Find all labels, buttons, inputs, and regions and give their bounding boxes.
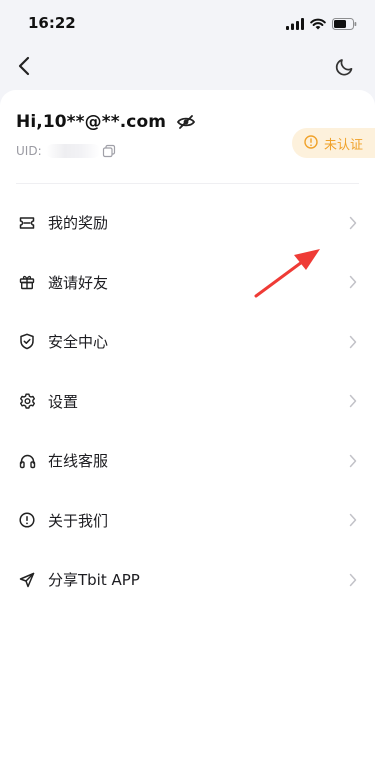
battery-icon — [332, 15, 357, 34]
menu-item-label: 邀请好友 — [48, 273, 109, 292]
gift-icon — [18, 273, 36, 291]
uid-label: UID: — [16, 144, 42, 158]
menu-item-label: 安全中心 — [48, 333, 109, 352]
signal-icon — [286, 15, 304, 34]
chevron-left-icon — [17, 56, 31, 80]
nav-bar — [0, 46, 375, 90]
shield-icon — [18, 333, 36, 351]
chevron-right-icon — [349, 275, 357, 289]
gear-icon — [18, 392, 36, 410]
chevron-right-icon — [349, 573, 357, 587]
chevron-right-icon — [349, 513, 357, 527]
copy-icon[interactable] — [102, 144, 116, 158]
info-icon — [18, 511, 36, 529]
dark-mode-toggle[interactable] — [331, 54, 359, 82]
menu-item-online-support[interactable]: 在线客服 — [0, 431, 375, 491]
menu-item-label: 在线客服 — [48, 452, 109, 471]
divider — [16, 183, 359, 184]
back-button[interactable] — [10, 54, 38, 82]
verification-status-badge[interactable]: 未认证 — [291, 128, 375, 158]
menu-item-label: 我的奖励 — [48, 214, 109, 233]
chevron-right-icon — [349, 335, 357, 349]
menu-item-label: 关于我们 — [48, 511, 109, 530]
annotation-arrow — [250, 242, 330, 306]
chevron-right-icon — [349, 394, 357, 408]
ticket-icon — [18, 214, 36, 232]
menu-item-security-center[interactable]: 安全中心 — [0, 312, 375, 372]
eye-off-icon[interactable] — [176, 114, 196, 130]
menu-item-about-us[interactable]: 关于我们 — [0, 491, 375, 551]
send-icon — [18, 571, 36, 589]
wifi-icon — [310, 15, 326, 34]
menu-item-label: 设置 — [48, 392, 79, 411]
chevron-right-icon — [349, 216, 357, 230]
account-card: Hi,10**@**.com UID: 未认证 我的奖励 邀请好友 安全中心 设… — [0, 90, 375, 776]
verification-status-text: 未认证 — [323, 137, 363, 153]
account-greeting: Hi,10**@**.com — [16, 112, 167, 132]
status-bar: 16:22 — [0, 0, 375, 46]
headset-icon — [18, 452, 36, 470]
status-time: 16:22 — [28, 14, 76, 32]
greeting-row: Hi,10**@**.com — [16, 112, 196, 132]
menu-item-label: 分享Tbit APP — [48, 571, 140, 590]
uid-value-redacted — [45, 144, 100, 158]
menu-item-settings[interactable]: 设置 — [0, 372, 375, 432]
menu-item-share-app[interactable]: 分享Tbit APP — [0, 550, 375, 610]
moon-icon — [335, 56, 355, 80]
chevron-right-icon — [349, 454, 357, 468]
status-icons — [286, 15, 357, 34]
uid-row: UID: — [16, 144, 116, 158]
alert-circle-icon — [304, 134, 318, 153]
